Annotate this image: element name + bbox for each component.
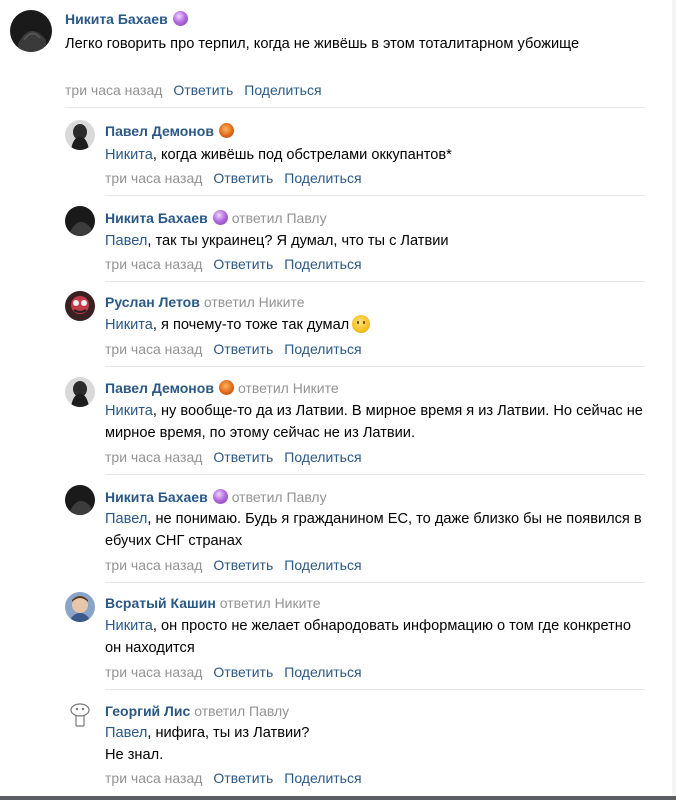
avatar[interactable] [65,485,95,515]
comment-footer: три часа назад Ответить Поделиться [65,81,322,99]
replied-to[interactable]: ответил Павлу [194,703,289,719]
author-name[interactable]: Никита Бахаев [105,210,208,226]
comment-footer: три часа назад Ответить Поделиться [105,340,362,358]
comment-text: Никита, ну вообще-то да из Латвии. В мир… [105,403,643,441]
timestamp[interactable]: три часа назад [105,256,202,272]
share-button[interactable]: Поделиться [284,664,361,680]
replied-to[interactable]: ответил Павлу [232,489,327,505]
comment-header: Руслан Летов ответил Никите [105,293,305,311]
author-name[interactable]: Всратый Кашин [105,595,216,611]
thinking-face-emoji [352,315,371,333]
share-button[interactable]: Поделиться [284,341,361,357]
comment-footer: три часа назад Ответить Поделиться [105,169,362,187]
share-button[interactable]: Поделиться [244,82,321,98]
timestamp[interactable]: три часа назад [105,449,202,465]
reply-button[interactable]: Ответить [213,770,273,786]
scroll-edge [672,0,676,800]
divider [105,281,645,282]
comment-text: Павел, не понимаю. Будь я гражданином ЕС… [105,511,642,549]
comment-text: Павел, так ты украинец? Я думал, что ты … [105,233,449,249]
reply-button[interactable]: Ответить [213,557,273,573]
comment-text: Никита, когда живёшь под обстрелами окку… [105,147,452,163]
timestamp[interactable]: три часа назад [105,664,202,680]
mention-link[interactable]: Никита [105,317,153,333]
comment-header: Никита Бахаев [65,10,188,28]
author-name[interactable]: Георгий Лис [105,703,190,719]
comment-footer: три часа назад Ответить Поделиться [105,663,362,681]
divider [105,195,645,196]
comment-header: Всратый Кашин ответил Никите [105,594,320,612]
comment-text: Легко говорить про терпил, когда не живё… [65,36,580,52]
author-name[interactable]: Руслан Летов [105,294,200,310]
mention-link[interactable]: Никита [105,403,153,419]
crystal-ball-icon [172,11,188,26]
timestamp[interactable]: три часа назад [65,82,162,98]
author-name[interactable]: Никита Бахаев [105,489,208,505]
mention-link[interactable]: Павел [105,725,147,741]
comment-header: Павел Демонов [105,122,234,140]
avatar[interactable] [65,592,95,622]
replied-to[interactable]: ответил Никите [204,294,305,310]
share-button[interactable]: Поделиться [284,256,361,272]
comment-footer: три часа назад Ответить Поделиться [105,556,362,574]
comment-text: Павел, нифига, ты из Латвии? Не знал. [105,725,310,763]
author-name[interactable]: Никита Бахаев [65,11,168,27]
comment-text: Никита, я почему-то тоже так думал [105,314,665,336]
author-name[interactable]: Павел Демонов [105,123,214,139]
comment-header: Павел Демонов ответил Никите [105,379,339,397]
comment-header: Георгий Лис ответил Павлу [105,702,289,720]
mention-link[interactable]: Павел [105,233,147,249]
reply-button[interactable]: Ответить [213,170,273,186]
reply-button[interactable]: Ответить [213,341,273,357]
timestamp[interactable]: три часа назад [105,170,202,186]
timestamp[interactable]: три часа назад [105,557,202,573]
pumpkin-icon [218,123,234,138]
avatar[interactable] [65,291,95,321]
timestamp[interactable]: три часа назад [105,770,202,786]
comment-footer: три часа назад Ответить Поделиться [105,255,362,273]
comment-header: Никита Бахаев ответил Павлу [105,209,327,227]
timestamp[interactable]: три часа назад [105,341,202,357]
bottom-border [0,796,676,800]
divider [105,474,645,475]
avatar[interactable] [65,206,95,236]
reply-button[interactable]: Ответить [173,82,233,98]
replied-to[interactable]: ответил Никите [220,595,321,611]
comment-text: Никита, он просто не желает обнародовать… [105,618,631,656]
mention-link[interactable]: Павел [105,511,147,527]
avatar[interactable] [65,699,95,729]
comment-header: Никита Бахаев ответил Павлу [105,488,327,506]
avatar[interactable] [65,377,95,407]
comment-footer: три часа назад Ответить Поделиться [105,769,362,787]
divider [105,689,645,690]
comment-footer: три часа назад Ответить Поделиться [105,448,362,466]
crystal-ball-icon [212,489,228,504]
share-button[interactable]: Поделиться [284,449,361,465]
avatar[interactable] [65,120,95,150]
author-name[interactable]: Павел Демонов [105,380,214,396]
pumpkin-icon [218,380,234,395]
mention-link[interactable]: Никита [105,147,153,163]
reply-button[interactable]: Ответить [213,664,273,680]
reply-button[interactable]: Ответить [213,256,273,272]
divider [105,582,645,583]
crystal-ball-icon [212,210,228,225]
mention-link[interactable]: Никита [105,618,153,634]
replied-to[interactable]: ответил Павлу [232,210,327,226]
share-button[interactable]: Поделиться [284,770,361,786]
share-button[interactable]: Поделиться [284,557,361,573]
share-button[interactable]: Поделиться [284,170,361,186]
divider [65,107,645,108]
divider [105,366,645,367]
avatar[interactable] [10,10,52,52]
reply-button[interactable]: Ответить [213,449,273,465]
replied-to[interactable]: ответил Никите [238,380,339,396]
